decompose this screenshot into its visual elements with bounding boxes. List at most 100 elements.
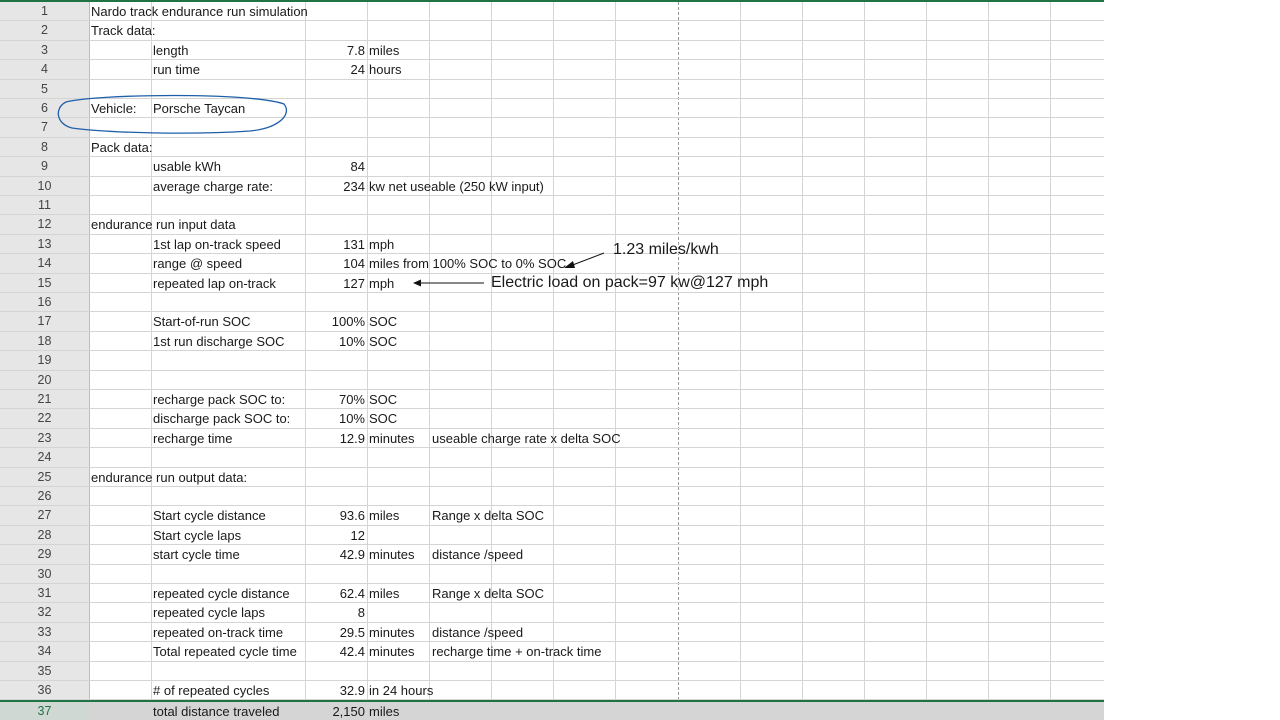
cell-note[interactable]: recharge time + on-track time — [432, 642, 601, 660]
spreadsheet-grid[interactable]: 1 Nardo track endurance run simulation 2 Tr… — [0, 0, 1104, 720]
cell-a[interactable] — [91, 118, 151, 136]
cell-a[interactable] — [91, 642, 151, 660]
cell-unit[interactable]: minutes — [369, 623, 429, 641]
cell-note[interactable] — [432, 371, 492, 389]
cell-label[interactable] — [153, 196, 305, 214]
cell-unit[interactable] — [369, 99, 429, 117]
cell-note[interactable] — [432, 2, 492, 20]
row-number[interactable]: 36 — [0, 681, 89, 700]
cell-a[interactable] — [91, 584, 151, 602]
cell-unit[interactable] — [369, 196, 429, 214]
cell-label[interactable]: repeated on-track time — [153, 623, 305, 641]
cell-value[interactable] — [305, 448, 365, 466]
cell-value[interactable] — [305, 351, 365, 369]
cell-a[interactable] — [91, 565, 151, 583]
cell-label[interactable]: repeated cycle distance — [153, 584, 305, 602]
row-number[interactable]: 24 — [0, 448, 89, 467]
cell-label[interactable]: Start cycle laps — [153, 526, 305, 544]
cell-unit[interactable]: miles — [369, 584, 429, 602]
cell-label[interactable]: Porsche Taycan — [153, 99, 305, 117]
cell-a[interactable]: endurance run input data — [91, 215, 236, 233]
cell-note[interactable] — [432, 235, 492, 253]
cell-label[interactable]: recharge pack SOC to: — [153, 390, 305, 408]
row-number[interactable]: 8 — [0, 137, 89, 157]
cell-note[interactable] — [432, 351, 492, 369]
cell-note[interactable] — [432, 468, 492, 486]
cell-note[interactable] — [432, 60, 492, 78]
cell-unit[interactable] — [369, 118, 429, 136]
row-number[interactable]: 3 — [0, 40, 89, 60]
cell-note[interactable] — [432, 80, 492, 98]
cell-label[interactable]: # of repeated cycles — [153, 681, 305, 699]
cell-value[interactable]: 32.9 — [305, 681, 365, 699]
cell-value[interactable] — [305, 215, 365, 233]
cell-unit[interactable] — [369, 138, 429, 156]
cell-note[interactable] — [432, 177, 492, 195]
row-number[interactable]: 17 — [0, 312, 89, 331]
cell-note[interactable] — [432, 99, 492, 117]
cell-note[interactable]: Range x delta SOC — [432, 506, 544, 524]
row-number[interactable]: 27 — [0, 506, 89, 525]
cell-value[interactable]: 8 — [305, 603, 365, 621]
cell-value[interactable]: 70% — [305, 390, 365, 408]
row-number[interactable]: 15 — [0, 273, 89, 292]
cell-label[interactable]: Start cycle distance — [153, 506, 305, 524]
cell-value[interactable] — [305, 293, 365, 311]
cell-label[interactable] — [153, 662, 305, 680]
cell-unit[interactable] — [369, 157, 429, 175]
cell-value[interactable] — [305, 2, 365, 20]
cell-unit[interactable] — [369, 80, 429, 98]
cell-a[interactable] — [91, 371, 151, 389]
cell-a[interactable] — [91, 332, 151, 350]
cell-unit[interactable]: SOC — [369, 390, 429, 408]
row-number[interactable]: 11 — [0, 196, 89, 215]
cell-note[interactable] — [432, 215, 492, 233]
cell-unit[interactable]: minutes — [369, 642, 429, 660]
cell-a[interactable] — [91, 293, 151, 311]
cell-label[interactable] — [153, 351, 305, 369]
row-number[interactable]: 13 — [0, 234, 89, 254]
cell-unit[interactable] — [369, 526, 429, 544]
cell-value[interactable] — [305, 468, 365, 486]
cell-value[interactable]: 24 — [305, 60, 365, 78]
cell-unit[interactable]: miles — [369, 702, 429, 719]
cell-unit[interactable] — [369, 21, 429, 39]
cell-label[interactable]: total distance traveled — [153, 702, 305, 719]
cell-note[interactable] — [432, 409, 492, 427]
row-number[interactable]: 14 — [0, 254, 89, 273]
cell-a[interactable] — [91, 702, 151, 719]
row-number[interactable]: 6 — [0, 99, 89, 118]
row-number[interactable]: 20 — [0, 370, 89, 389]
cell-note[interactable]: useable charge rate x delta SOC — [432, 429, 621, 447]
cell-label[interactable]: run time — [153, 60, 305, 78]
cell-label[interactable] — [153, 21, 305, 39]
cell-label[interactable] — [153, 468, 305, 486]
cell-a[interactable] — [91, 274, 151, 292]
cell-value[interactable] — [305, 487, 365, 505]
cell-value[interactable] — [305, 565, 365, 583]
row-number[interactable]: 1 — [0, 2, 89, 21]
cell-label[interactable] — [153, 80, 305, 98]
cell-a[interactable] — [91, 681, 151, 699]
cell-value[interactable]: 131 — [305, 235, 365, 253]
cell-label[interactable]: range @ speed — [153, 254, 305, 272]
cell-value[interactable] — [305, 138, 365, 156]
row-number[interactable]: 33 — [0, 622, 89, 642]
cell-note[interactable]: distance /speed — [432, 545, 523, 563]
cell-a[interactable] — [91, 254, 151, 272]
cell-note[interactable] — [432, 332, 492, 350]
cell-note[interactable] — [432, 390, 492, 408]
cell-value[interactable] — [305, 196, 365, 214]
cell-note[interactable] — [432, 526, 492, 544]
cell-value[interactable]: 100% — [305, 312, 365, 330]
cell-label[interactable]: usable kWh — [153, 157, 305, 175]
cell-a[interactable] — [91, 235, 151, 253]
cell-note[interactable] — [432, 274, 492, 292]
cell-unit[interactable] — [369, 565, 429, 583]
cell-unit[interactable] — [369, 351, 429, 369]
row-number[interactable]: 16 — [0, 293, 89, 312]
cell-value[interactable]: 12 — [305, 526, 365, 544]
cell-value[interactable]: 29.5 — [305, 623, 365, 641]
cell-unit[interactable] — [369, 468, 429, 486]
cell-a[interactable] — [91, 80, 151, 98]
